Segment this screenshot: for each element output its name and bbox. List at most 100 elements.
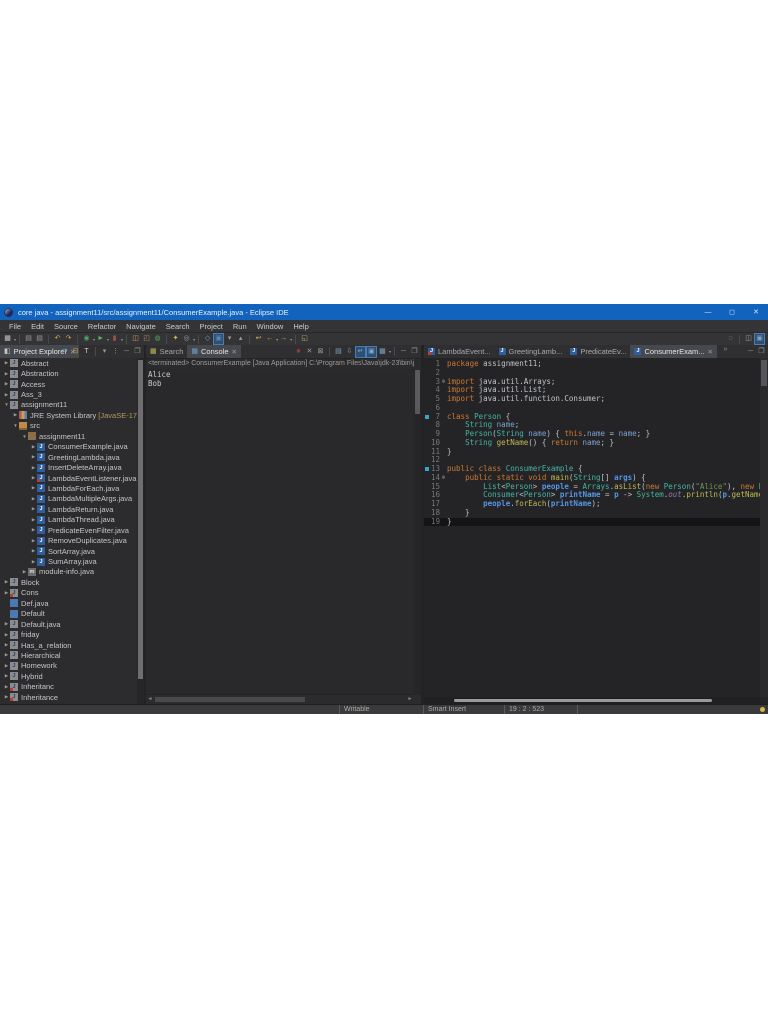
new-class-icon[interactable]: ◍ xyxy=(153,334,162,344)
fold-collapsed-icon[interactable]: ⊕ xyxy=(440,378,447,387)
tree-item-cons[interactable]: ▶JCons xyxy=(0,588,137,598)
collapsed-arrow-icon[interactable]: ▶ xyxy=(3,392,10,398)
code-line-10[interactable]: 10 String getName() { return name; } xyxy=(424,439,760,448)
code-area[interactable]: 1package assignment11;23⊕import java.uti… xyxy=(424,358,760,697)
debug-icon[interactable]: ◉ xyxy=(82,334,91,344)
collapsed-arrow-icon[interactable]: ▶ xyxy=(30,517,37,523)
dropdown-caret-icon[interactable]: ▾ xyxy=(290,337,292,342)
collapsed-arrow-icon[interactable]: ▶ xyxy=(30,475,37,481)
tree-item-removeduplicates-java[interactable]: ▶JRemoveDuplicates.java xyxy=(0,535,137,545)
pin-console-icon[interactable]: ▣ xyxy=(367,347,376,357)
tree-item-sumarray-java[interactable]: ▶JSumArray.java xyxy=(0,556,137,566)
quick-access-search-icon[interactable]: ◌ xyxy=(726,334,735,344)
tree-item-insertdeletearray-java[interactable]: ▶JInsertDeleteArray.java xyxy=(0,462,137,472)
tree-item-homework[interactable]: ▶JHomework xyxy=(0,661,137,671)
scrollbar-thumb[interactable] xyxy=(761,360,767,386)
code-line-17[interactable]: 17 people.forEach(printName); xyxy=(424,500,760,509)
collapsed-arrow-icon[interactable]: ▶ xyxy=(3,684,10,690)
collapsed-arrow-icon[interactable]: ▶ xyxy=(30,506,37,512)
task-icon[interactable]: ▣ xyxy=(214,334,223,344)
expanded-arrow-icon[interactable]: ▼ xyxy=(21,434,28,439)
tree-item-hierarchical[interactable]: ▶JHierarchical xyxy=(0,650,137,660)
scrollbar-thumb[interactable] xyxy=(155,697,305,702)
forward-icon[interactable]: → xyxy=(279,334,288,344)
tree-item-lambdathread-java[interactable]: ▶JLambdaThread.java xyxy=(0,515,137,525)
collapsed-arrow-icon[interactable]: ▶ xyxy=(3,673,10,679)
tree-item-default[interactable]: Default xyxy=(0,609,137,619)
scroll-lock-icon[interactable]: ⇩ xyxy=(345,347,354,357)
code-line-1[interactable]: 1package assignment11; xyxy=(424,360,760,369)
remove-launch-icon[interactable]: ✕ xyxy=(305,347,314,357)
open-perspective-icon[interactable]: ◫ xyxy=(744,334,753,344)
tree-item-src[interactable]: ▼src xyxy=(0,421,137,431)
project-tree[interactable]: ▶JAbstract▶JAbstraction▶JAccess▶JAss_3▼J… xyxy=(0,358,137,705)
collapsed-arrow-icon[interactable]: ▶ xyxy=(12,412,19,418)
editor-tab-greetinglamb[interactable]: JGreetingLamb... xyxy=(495,345,567,358)
open-console-icon[interactable]: ▦ xyxy=(378,347,387,357)
expanded-arrow-icon[interactable]: ▼ xyxy=(12,423,19,428)
external-tools-icon[interactable]: ◎ xyxy=(182,334,191,344)
tree-item-abstract[interactable]: ▶JAbstract xyxy=(0,358,137,368)
tree-item-assignment11[interactable]: ▼Jassignment11 xyxy=(0,400,137,410)
tree-item-jre-system-library[interactable]: ▶JRE System Library[JavaSE-17] xyxy=(0,410,137,420)
editor-tab-lambdaevent[interactable]: JLambdaEvent... xyxy=(424,345,495,358)
expanded-arrow-icon[interactable]: ▼ xyxy=(3,402,10,407)
collapsed-arrow-icon[interactable]: ▶ xyxy=(3,642,10,648)
collapsed-arrow-icon[interactable]: ▶ xyxy=(3,360,10,366)
editor-tab-consumerexam[interactable]: JConsumerExam...✕ xyxy=(630,345,716,358)
undo-icon[interactable]: ↶ xyxy=(53,334,62,344)
link-with-editor-icon[interactable]: ◱ xyxy=(300,334,309,344)
maximize-view-icon[interactable]: ❐ xyxy=(410,347,419,357)
close-icon[interactable]: ✕ xyxy=(708,348,713,356)
menu-item-refactor[interactable]: Refactor xyxy=(83,322,121,331)
collapsed-arrow-icon[interactable]: ▶ xyxy=(3,590,10,596)
tree-item-inheritanc[interactable]: ▶JInheritanc xyxy=(0,682,137,692)
status-lightbulb-icon[interactable] xyxy=(760,707,765,712)
close-button[interactable]: ✕ xyxy=(744,304,768,320)
open-type-icon[interactable]: ◇ xyxy=(203,334,212,344)
scroll-right-icon[interactable]: ► xyxy=(406,696,414,702)
collapsed-arrow-icon[interactable]: ▶ xyxy=(3,621,10,627)
tree-item-def-java[interactable]: Def.java xyxy=(0,598,137,608)
menu-item-help[interactable]: Help xyxy=(288,322,313,331)
collapsed-arrow-icon[interactable]: ▶ xyxy=(30,465,37,471)
link-with-editor-icon[interactable]: ⇄ xyxy=(60,347,69,357)
run-icon[interactable]: ► xyxy=(96,334,105,344)
dropdown-caret-icon[interactable]: ▾ xyxy=(276,337,278,342)
collapsed-arrow-icon[interactable]: ▶ xyxy=(3,381,10,387)
tree-item-ass-3[interactable]: ▶JAss_3 xyxy=(0,389,137,399)
dropdown-caret-icon[interactable]: ▾ xyxy=(107,337,109,342)
tree-item-assignment11[interactable]: ▼assignment11 xyxy=(0,431,137,441)
remove-all-launches-icon[interactable]: ⊠ xyxy=(316,347,325,357)
editor-vscrollbar[interactable] xyxy=(760,358,768,697)
code-line-19[interactable]: 19} xyxy=(424,518,760,527)
dropdown-caret-icon[interactable]: ▾ xyxy=(93,337,95,342)
search-flashlight-icon[interactable]: ✦ xyxy=(171,334,180,344)
dropdown-caret-icon[interactable]: ▾ xyxy=(121,337,123,342)
tree-item-hybrid[interactable]: ▶JHybrid xyxy=(0,671,137,681)
collapsed-arrow-icon[interactable]: ▶ xyxy=(3,663,10,669)
collapse-all-icon[interactable]: ⊟ xyxy=(71,347,80,357)
collapsed-arrow-icon[interactable]: ▶ xyxy=(3,652,10,658)
collapsed-arrow-icon[interactable]: ▶ xyxy=(30,538,37,544)
code-line-11[interactable]: 11} xyxy=(424,448,760,457)
annotation-prev-icon[interactable]: ▴ xyxy=(236,334,245,344)
view-menu-icon[interactable]: ⋮ xyxy=(111,347,120,357)
clear-console-icon[interactable]: ▤ xyxy=(334,347,343,357)
java-perspective-icon[interactable]: ▣ xyxy=(755,334,764,344)
menu-item-file[interactable]: File xyxy=(4,322,26,331)
menu-item-project[interactable]: Project xyxy=(195,322,228,331)
menu-item-search[interactable]: Search xyxy=(161,322,195,331)
tree-item-access[interactable]: ▶JAccess xyxy=(0,379,137,389)
tree-item-inheritance[interactable]: ▶JInheritance xyxy=(0,692,137,702)
tab-console[interactable]: ▦Console✕ xyxy=(187,345,241,358)
tree-item-consumerexample-java[interactable]: ▶JConsumerExample.java xyxy=(0,442,137,452)
tree-item-has-a-relation[interactable]: ▶JHas_a_relation xyxy=(0,640,137,650)
last-edit-location-icon[interactable]: ↩ xyxy=(254,334,263,344)
tab-overflow-icon[interactable]: » xyxy=(721,345,730,355)
scrollbar-thumb[interactable] xyxy=(454,699,712,702)
collapsed-arrow-icon[interactable]: ▶ xyxy=(3,632,10,638)
menu-item-run[interactable]: Run xyxy=(228,322,252,331)
code-line-5[interactable]: 5import java.util.function.Consumer; xyxy=(424,395,760,404)
collapsed-arrow-icon[interactable]: ▶ xyxy=(30,496,37,502)
